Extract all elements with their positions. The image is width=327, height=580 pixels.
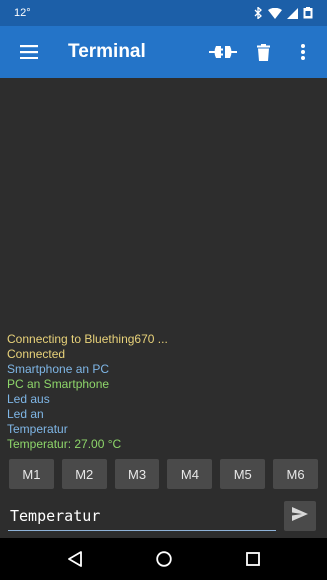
macro-button-m3[interactable]: M3 (114, 459, 160, 489)
send-icon (292, 506, 308, 526)
terminal-line: Smartphone an PC (7, 362, 110, 376)
back-icon[interactable] (55, 539, 95, 579)
terminal-output[interactable]: Connecting to Bluething670 ... Connected S… (0, 78, 327, 454)
terminal-line: PC an Smartphone (7, 377, 110, 391)
macro-button-m6[interactable]: M6 (273, 459, 318, 489)
terminal-line: Temperatur: 27.00 °C (7, 437, 122, 451)
menu-icon[interactable] (6, 26, 52, 78)
trash-icon[interactable] (243, 26, 283, 78)
input-row (0, 494, 327, 538)
connect-plug-icon[interactable] (203, 26, 243, 78)
terminal-line: Connected (7, 347, 66, 361)
macro-button-m1[interactable]: M1 (9, 459, 54, 489)
status-bar: 12° (0, 0, 327, 26)
macro-button-m4[interactable]: M4 (167, 459, 213, 489)
terminal-line: Connecting to Bluething670 ... (7, 332, 168, 346)
page-title: Terminal (68, 41, 146, 62)
terminal-line: Temperatur (7, 422, 68, 436)
macro-button-row: M1 M2 M3 M4 M5 M6 (0, 454, 327, 494)
app-bar: Terminal (0, 26, 327, 78)
macro-button-m5[interactable]: M5 (220, 459, 266, 489)
bluetooth-icon (254, 7, 263, 19)
send-text-input[interactable] (8, 501, 276, 531)
status-icons (254, 7, 313, 19)
more-vert-icon[interactable] (283, 26, 323, 78)
recents-icon[interactable] (233, 539, 273, 579)
signal-icon (287, 7, 298, 19)
system-nav-bar (0, 538, 327, 580)
status-time: 12° (14, 7, 31, 19)
terminal-line: Led aus (7, 392, 50, 406)
battery-icon (303, 7, 313, 19)
wifi-icon (268, 7, 282, 19)
send-button[interactable] (284, 501, 316, 531)
home-icon[interactable] (144, 539, 184, 579)
macro-button-m2[interactable]: M2 (61, 459, 107, 489)
terminal-line: Led an (7, 407, 44, 421)
